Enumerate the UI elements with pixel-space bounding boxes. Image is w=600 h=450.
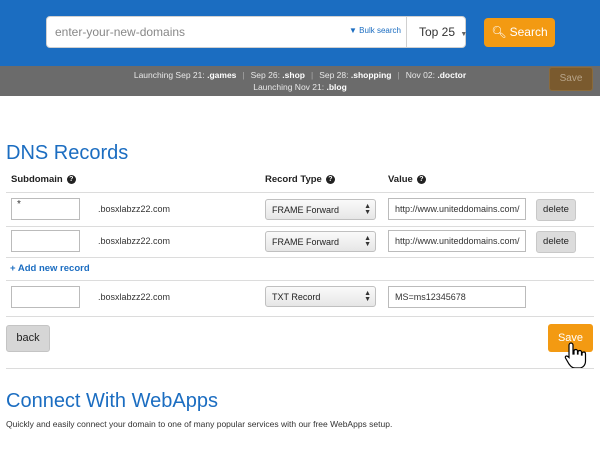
select-arrows-icon: ▲ ▼ xyxy=(364,235,371,248)
value-input[interactable]: http://www.uniteddomains.com/ xyxy=(388,230,526,252)
ticker-line-1: Launching Sep 21: .games | Sep 26: .shop | S… xyxy=(133,70,467,80)
top-search-bar: ▼ Bulk search Top 25 ▼ 🔍︎Search xyxy=(0,0,600,66)
webapps-heading: Connect With WebApps xyxy=(6,390,218,412)
back-button[interactable]: back xyxy=(6,325,50,352)
top-tld-select[interactable]: Top 25 ▼ xyxy=(406,17,467,47)
ticker-save-button[interactable]: Save xyxy=(549,67,593,91)
record-type-column-header: Record Type? xyxy=(265,174,335,185)
subdomain-input[interactable]: * xyxy=(11,198,80,220)
domain-search-input[interactable] xyxy=(47,17,347,47)
ticker-item[interactable]: Sep 26: .shop xyxy=(251,70,305,80)
magnifier-icon: 🔍︎ xyxy=(491,25,507,39)
domain-suffix: .bosxlabzz22.com xyxy=(98,292,171,302)
ticker-item[interactable]: Sep 28: .shopping xyxy=(319,70,391,80)
select-arrows-icon: ▲ ▼ xyxy=(364,290,371,303)
chevron-down-icon: ▼ xyxy=(460,31,468,38)
divider xyxy=(6,226,594,227)
hand-pointer-icon xyxy=(564,342,587,369)
divider xyxy=(6,257,594,258)
ticker-line-2[interactable]: Launching Nov 21: .blog xyxy=(0,82,600,92)
select-arrows-icon: ▲ ▼ xyxy=(364,203,371,216)
question-circle-icon[interactable]: ? xyxy=(66,174,76,184)
domain-suffix: .bosxlabzz22.com xyxy=(98,236,171,246)
subdomain-column-header: Subdomain? xyxy=(11,174,76,185)
top-tld-select-value: Top 25 xyxy=(419,25,456,39)
record-type-select[interactable]: FRAME Forward ▲ ▼ xyxy=(265,199,376,220)
divider xyxy=(6,316,594,317)
delete-record-button[interactable]: delete xyxy=(536,199,576,221)
launch-ticker: Launching Sep 21: .games | Sep 26: .shop | S… xyxy=(0,66,600,96)
search-button[interactable]: 🔍︎ Search xyxy=(484,18,555,47)
delete-record-button[interactable]: delete xyxy=(536,231,576,253)
record-type-select[interactable]: FRAME Forward ▲ ▼ xyxy=(265,231,376,252)
divider xyxy=(6,280,594,281)
bulk-search-label: Bulk search xyxy=(359,26,401,35)
subdomain-input[interactable] xyxy=(11,230,80,252)
caret-down-icon: ▼ xyxy=(349,26,357,35)
domain-suffix: .bosxlabzz22.com xyxy=(98,204,171,214)
new-record-type-select[interactable]: TXT Record ▲ ▼ xyxy=(265,286,376,307)
dns-records-heading: DNS Records xyxy=(6,142,129,164)
ticker-item[interactable]: Launching Sep 21: .games xyxy=(134,70,237,80)
value-column-header: Value? xyxy=(388,174,426,185)
webapps-description: Quickly and easily connect your domain t… xyxy=(6,419,393,429)
add-new-record-link[interactable]: + Add new record xyxy=(10,263,90,274)
divider xyxy=(6,192,594,193)
search-button-label: Search xyxy=(509,25,548,39)
question-circle-icon[interactable]: ? xyxy=(325,174,335,184)
bulk-search-toggle[interactable]: ▼ Bulk search xyxy=(349,26,401,35)
question-circle-icon[interactable]: ? xyxy=(416,174,426,184)
ticker-item[interactable]: Nov 02: .doctor xyxy=(406,70,466,80)
new-subdomain-input[interactable] xyxy=(11,286,80,308)
new-value-input[interactable]: MS=ms12345678 xyxy=(388,286,526,308)
value-input[interactable]: http://www.uniteddomains.com/ xyxy=(388,198,526,220)
search-box: ▼ Bulk search Top 25 ▼ xyxy=(46,16,467,48)
divider xyxy=(6,368,594,369)
